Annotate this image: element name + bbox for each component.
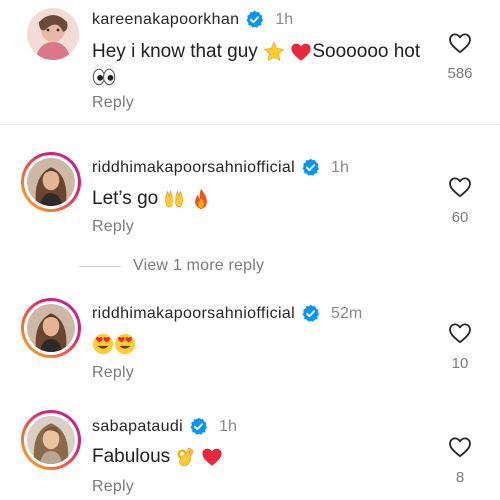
comment-header: riddhimakapoorsahniofficial 52m: [92, 304, 362, 323]
username[interactable]: riddhimakapoorsahniofficial: [92, 159, 295, 177]
like-heart-icon[interactable]: [448, 322, 472, 344]
verified-badge-icon: [189, 417, 208, 436]
avatar[interactable]: [27, 8, 79, 60]
comment-text-line-2: [92, 64, 116, 89]
verified-badge-icon: [301, 158, 320, 177]
red-heart-emoji-icon: [290, 41, 312, 63]
comment-text-part: Soooooo hot: [312, 41, 421, 62]
timestamp: 52m: [331, 304, 363, 322]
timestamp: 1h: [275, 10, 294, 28]
username[interactable]: riddhimakapoorsahniofficial: [92, 305, 295, 323]
comment-header: sabapataudi 1h: [92, 417, 237, 436]
like-heart-icon[interactable]: [448, 176, 472, 198]
reply-button[interactable]: Reply: [92, 364, 134, 382]
like-count: 10: [451, 355, 469, 372]
avatar[interactable]: [21, 152, 81, 212]
eyes-emoji-icon: [92, 67, 116, 87]
fire-emoji-icon: [191, 188, 211, 210]
like-heart-icon[interactable]: [448, 436, 472, 458]
like-column: 8: [440, 436, 480, 486]
like-column: 10: [440, 322, 480, 372]
comment-text: Fabulous: [92, 444, 223, 469]
comment-text-part: Let’s go: [92, 188, 159, 209]
verified-badge-icon: [301, 304, 320, 323]
reply-button[interactable]: Reply: [92, 94, 134, 112]
like-heart-icon[interactable]: [448, 32, 472, 54]
username[interactable]: kareenakapoorkhan: [92, 11, 239, 29]
heart-eyes-emoji-icon: [92, 333, 114, 355]
username[interactable]: sabapataudi: [92, 418, 183, 436]
star-emoji-icon: [263, 41, 285, 63]
avatar[interactable]: [21, 410, 81, 470]
like-count: 586: [447, 65, 473, 82]
like-count: 60: [451, 209, 469, 226]
like-column: 586: [440, 32, 480, 82]
ok-hand-emoji-icon: [175, 446, 195, 468]
comment-header: riddhimakapoorsahniofficial 1h: [92, 158, 349, 177]
timestamp: 1h: [331, 158, 349, 176]
like-count: 8: [455, 469, 465, 486]
comment-text-part: Hey i know that guy: [92, 41, 258, 62]
view-more-replies-button[interactable]: View 1 more reply: [133, 257, 264, 275]
timestamp: 1h: [219, 417, 237, 435]
divider: [0, 124, 500, 125]
verified-badge-icon: [245, 10, 264, 29]
comment-text-part: Fabulous: [92, 446, 171, 467]
comment-header: kareenakapoorkhan 1h: [92, 10, 293, 29]
like-column: 60: [440, 176, 480, 226]
red-heart-emoji-icon: [201, 446, 223, 468]
replies-divider-line: [79, 266, 121, 267]
reply-button[interactable]: Reply: [92, 478, 134, 496]
comment-text: Hey i know that guy Soooooo hot: [92, 39, 420, 64]
comment-text: Let’s go: [92, 186, 211, 211]
comment-text: [92, 331, 136, 356]
reply-button[interactable]: Reply: [92, 218, 134, 236]
heart-eyes-emoji-icon: [114, 333, 136, 355]
avatar[interactable]: [21, 298, 81, 358]
raising-hands-emoji-icon: [163, 188, 185, 210]
